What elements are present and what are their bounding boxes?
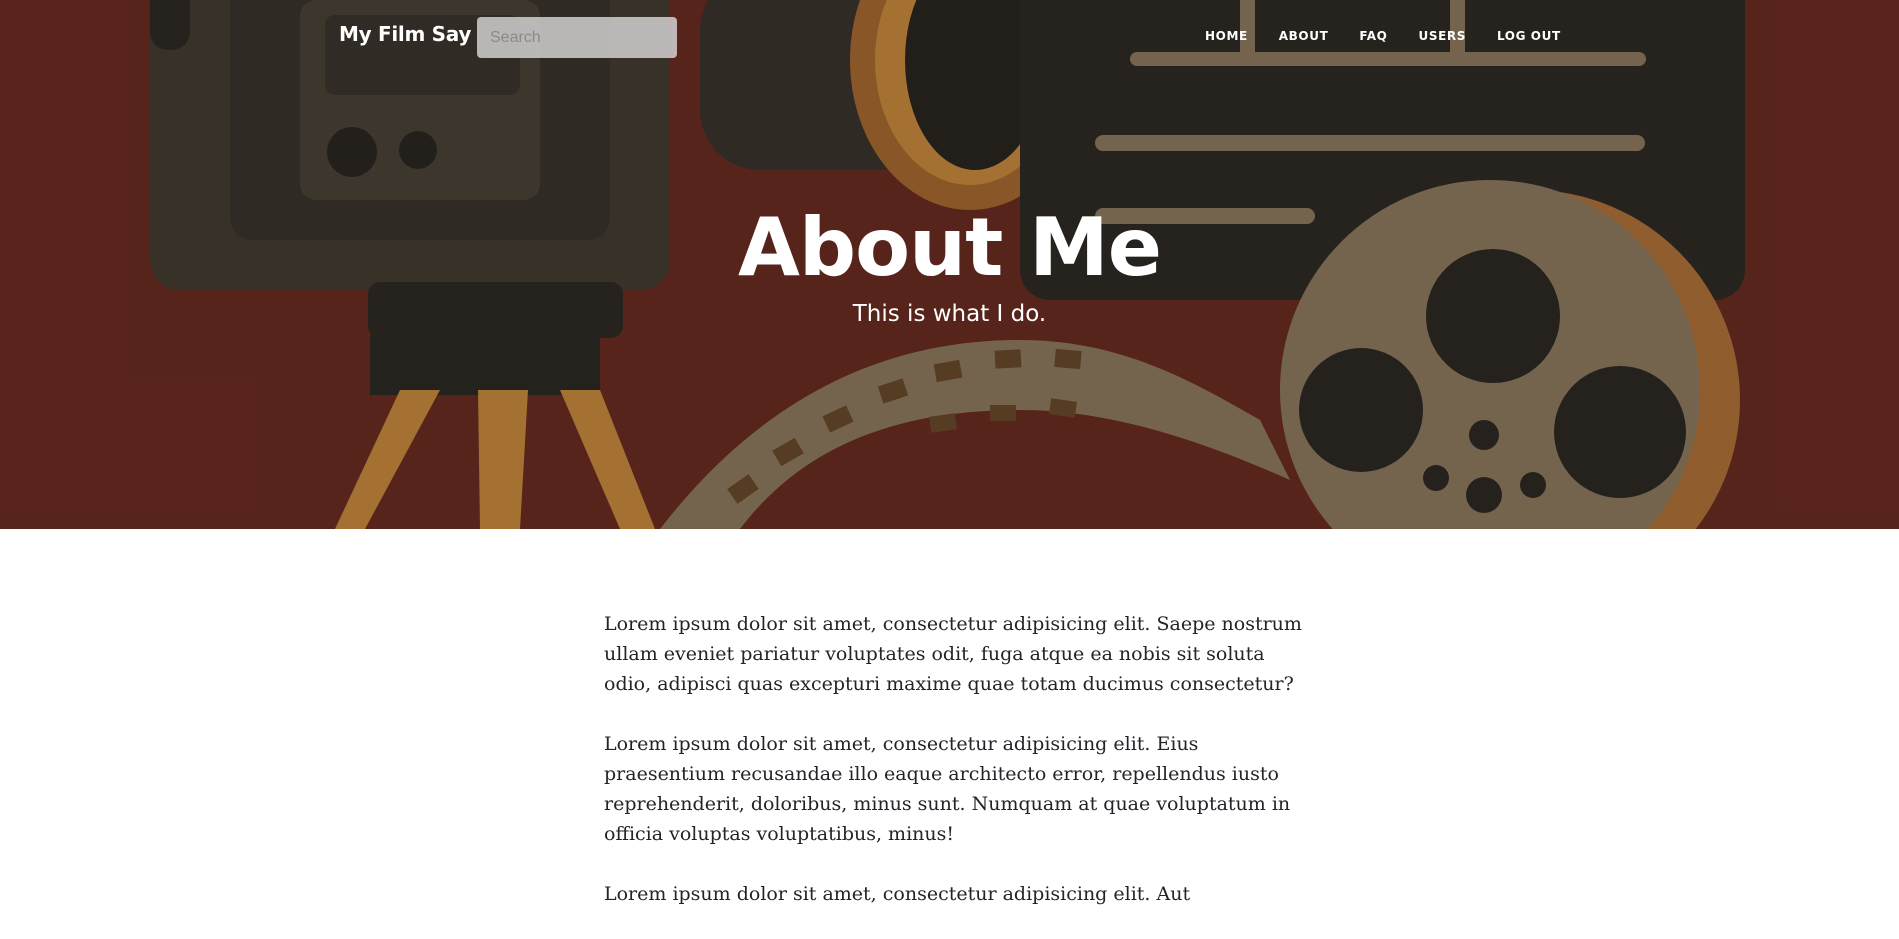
navbar: My Film Say HOME ABOUT FAQ USERS LOG OUT (0, 0, 1899, 76)
content-paragraph: Lorem ipsum dolor sit amet, consectetur … (604, 733, 1291, 845)
hero-heading: About Me This is what I do. (0, 200, 1899, 328)
brand-logo-link[interactable]: My Film Say (339, 22, 471, 46)
search-input[interactable] (477, 17, 677, 58)
nav-menu: HOME ABOUT FAQ USERS LOG OUT (1205, 29, 1592, 43)
page-subtitle: This is what I do. (852, 301, 1047, 327)
nav-link-faq[interactable]: FAQ (1359, 29, 1387, 43)
nav-link-users[interactable]: USERS (1418, 29, 1465, 43)
nav-link-log-out[interactable]: LOG OUT (1497, 29, 1561, 43)
nav-link-about[interactable]: ABOUT (1279, 29, 1329, 43)
content-paragraph: Lorem ipsum dolor sit amet, consectetur … (604, 613, 1302, 695)
content-paragraph: Lorem ipsum dolor sit amet, consectetur … (604, 883, 1191, 905)
nav-link-home[interactable]: HOME (1205, 29, 1248, 43)
main-content: Lorem ipsum dolor sit amet, consectetur … (604, 609, 1304, 939)
hero-header: My Film Say HOME ABOUT FAQ USERS LOG OUT… (0, 0, 1899, 529)
page-title: About Me (737, 201, 1162, 294)
